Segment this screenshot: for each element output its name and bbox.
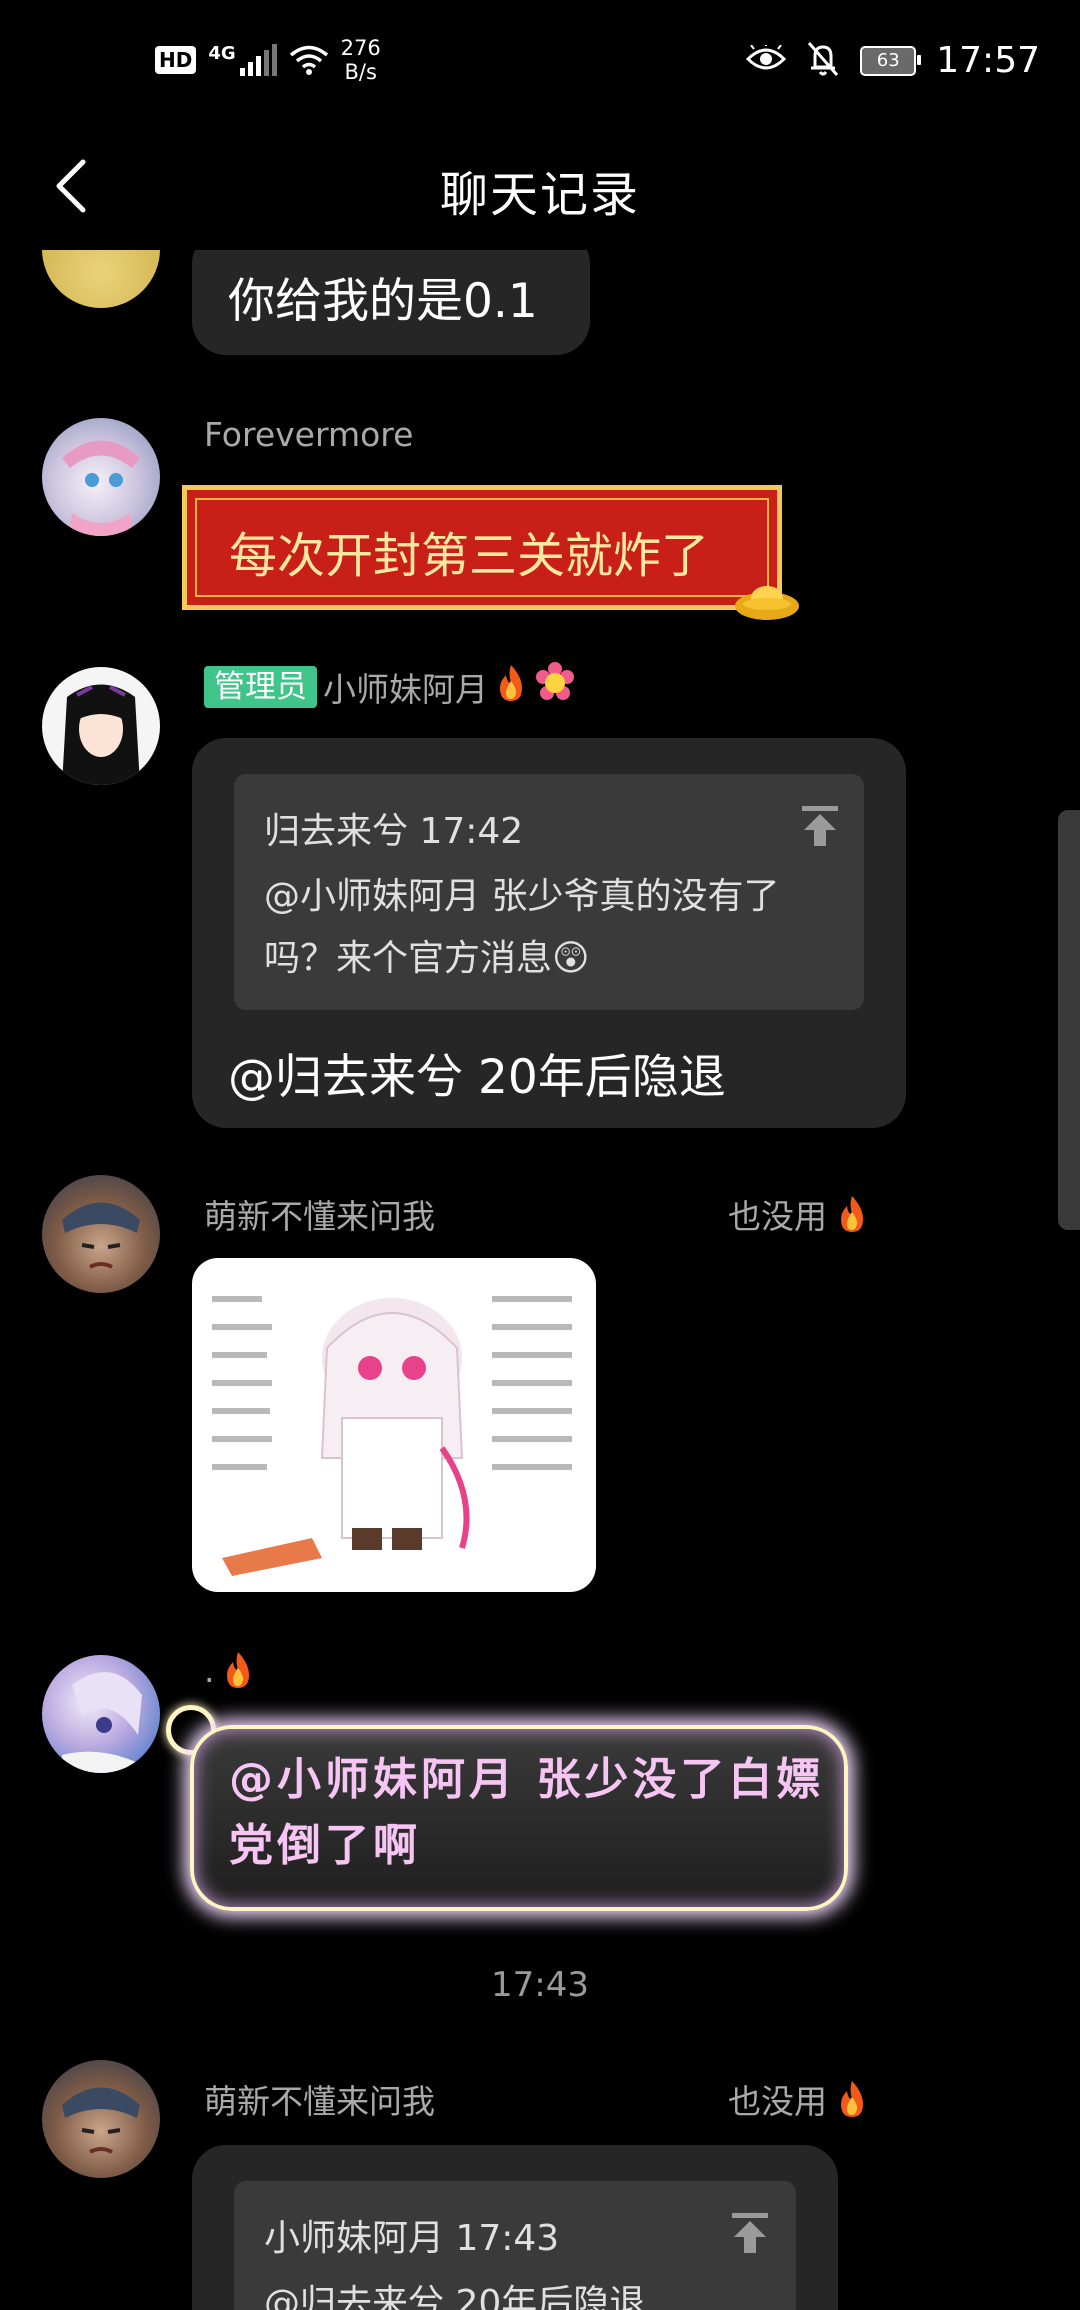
message-text: 你给我的是0.1 [228,274,538,329]
status-left: HD 4G 276 B/s [155,36,381,84]
title-bar: 聊天记录 [0,125,1080,250]
avatar[interactable] [42,667,160,785]
sender-name-text: Forevermore [204,415,414,454]
signal-icon [239,44,277,76]
message-bubble[interactable]: 你给我的是0.1 [192,250,590,355]
message-bubble-neon[interactable]: @小师妹阿月 张少没了白嫖党倒了啊 [190,1725,848,1911]
admin-badge: 管理员 [204,666,317,708]
network-type: 4G [208,42,236,64]
member-title-text: 也没用 [728,1197,827,1236]
member-title: 也没用 [728,2075,869,2123]
sender-name: . [204,1650,255,1690]
net-speed-value: 276 [340,36,381,60]
gold-ingot-icon [735,586,799,620]
net-speed: 276 B/s [341,36,381,84]
avatar[interactable] [42,250,160,308]
fire-icon [494,663,528,711]
avatar[interactable] [42,1655,160,1773]
sender-name: Forevermore [204,415,413,454]
message-text: @小师妹阿月 张少没了白嫖党倒了啊 [229,1754,825,1871]
avatar[interactable] [42,1175,160,1293]
fire-icon [226,1652,249,1688]
wifi-icon [289,44,329,76]
sender-name: 管理员 小师妹阿月 [204,662,576,712]
page-title: 聊天记录 [439,167,640,223]
status-right: 63 17:57 [746,40,1040,81]
scrollbar[interactable] [1058,810,1080,1230]
eye-icon [746,41,787,77]
jump-top-icon[interactable] [730,2211,770,2255]
fire-icon [841,1196,863,1232]
message-bubble[interactable]: 归去来兮 17:42 @小师妹阿月 张少爷真的没有了吗？来个官方消息😲 @归去来… [192,738,906,1128]
fire-icon [841,2081,863,2117]
status-time: 17:57 [936,40,1040,81]
battery-icon: 63 [860,45,922,76]
avatar[interactable] [42,418,160,536]
message-bubble-red[interactable]: 每次开封第三关就炸了 [182,485,782,610]
sender-name: 萌新不懂来问我 [204,2075,435,2123]
flower-emoji-icon [534,662,576,712]
avatar[interactable] [42,2060,160,2178]
chat-history[interactable]: 你给我的是0.1 Forevermore 每次开封第三关就炸了 管理员 小师妹阿… [0,250,1080,2310]
member-title: 也没用 [728,1190,869,1238]
status-bar: HD 4G 276 B/s 63 17:57 [0,0,1080,125]
message-bubble[interactable]: 小师妹阿月 17:43 @归去来兮 20年后隐退 [192,2145,838,2310]
net-speed-unit: B/s [344,60,377,84]
quote-author-time: 小师妹阿月 17:43 [264,2218,560,2259]
member-title-text: 也没用 [728,2082,827,2121]
sender-name-text: 小师妹阿月 [323,670,488,709]
message-text: 每次开封第三关就炸了 [229,528,710,584]
quote-text: @小师妹阿月 张少爷真的没有了吗？来个官方消息😲 [264,876,780,979]
bell-mute-icon [806,41,840,81]
quote-text: @归去来兮 20年后隐退 [264,2283,646,2310]
sender-name-text: 萌新不懂来问我 [204,1197,435,1236]
jump-top-icon[interactable] [800,804,840,848]
sender-name-text: . [204,1650,215,1690]
quoted-message[interactable]: 小师妹阿月 17:43 @归去来兮 20年后隐退 [234,2181,796,2310]
sender-name: 萌新不懂来问我 [204,1190,435,1238]
time-separator: 17:43 [491,1965,589,2005]
quoted-message[interactable]: 归去来兮 17:42 @小师妹阿月 张少爷真的没有了吗？来个官方消息😲 [234,774,864,1010]
quote-author-time: 归去来兮 17:42 [264,811,524,852]
message-text: @归去来兮 20年后隐退 [228,1050,726,1105]
hd-icon: HD [155,46,197,74]
sender-name-text: 萌新不懂来问我 [204,2082,435,2121]
sticker-image[interactable] [192,1258,596,1592]
